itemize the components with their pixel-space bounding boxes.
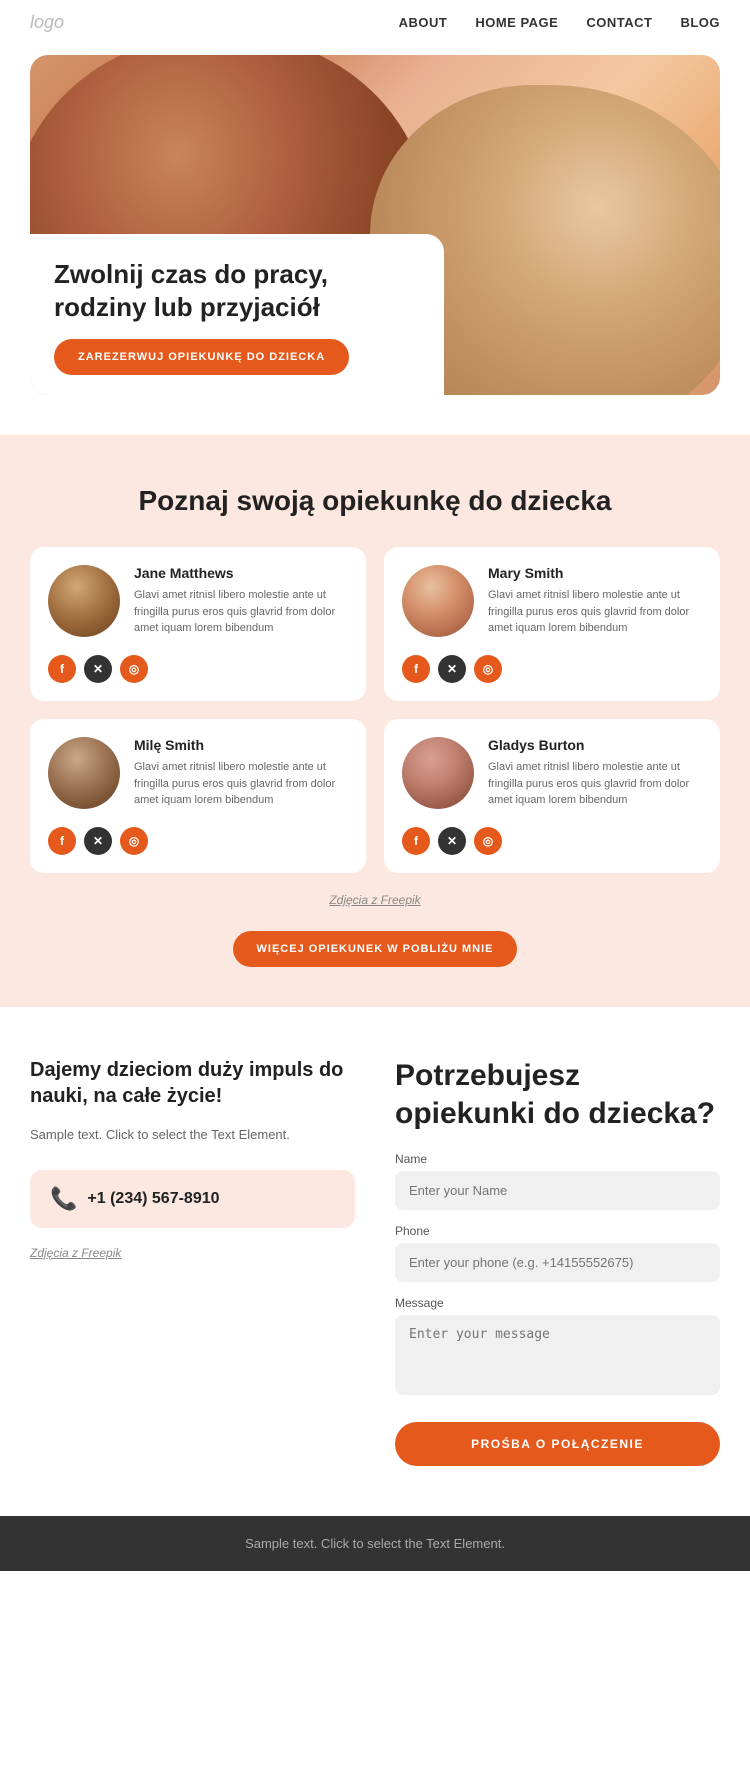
- babysitter-card-1: Jane Matthews Glavi amet ritnisl libero …: [30, 547, 366, 701]
- card-info-4: Gladys Burton Glavi amet ritnisl libero …: [488, 737, 702, 809]
- facebook-icon-1[interactable]: f: [48, 655, 76, 683]
- nav-links: ABOUT HOME PAGE CONTACT BLOG: [399, 15, 720, 30]
- more-babysitters-button[interactable]: WIĘCEJ OPIEKUNEK W POBLIŻU MNIE: [233, 931, 518, 967]
- hero-text-box: Zwolnij czas do pracy, rodziny lub przyj…: [30, 234, 444, 395]
- footer: Sample text. Click to select the Text El…: [0, 1516, 750, 1571]
- card-top-4: Gladys Burton Glavi amet ritnisl libero …: [402, 737, 702, 809]
- babysitters-grid: Jane Matthews Glavi amet ritnisl libero …: [30, 547, 720, 873]
- hero-section: Zwolnij czas do pracy, rodziny lub przyj…: [30, 55, 720, 395]
- babysitter-bio-1: Glavi amet ritnisl libero molestie ante …: [134, 587, 348, 637]
- contact-left-heading: Dajemy dzieciom duży impuls do nauki, na…: [30, 1057, 355, 1109]
- contact-form-heading: Potrzebujesz opiekunki do dziecka?: [395, 1057, 720, 1132]
- social-icons-1: f ✕ ◎: [48, 651, 348, 683]
- freepik-credit-babysitters[interactable]: Zdjęcia z Freepik: [30, 893, 720, 907]
- form-name-input[interactable]: [395, 1171, 720, 1210]
- phone-box: 📞 +1 (234) 567-8910: [30, 1170, 355, 1228]
- form-message-group: Message: [395, 1296, 720, 1400]
- babysitters-section: Poznaj swoją opiekunkę do dziecka Jane M…: [0, 435, 750, 1007]
- social-icons-4: f ✕ ◎: [402, 823, 702, 855]
- babysitters-heading: Poznaj swoją opiekunkę do dziecka: [30, 485, 720, 517]
- form-message-textarea[interactable]: [395, 1315, 720, 1395]
- logo: logo: [30, 12, 64, 33]
- facebook-icon-3[interactable]: f: [48, 827, 76, 855]
- form-phone-group: Phone: [395, 1224, 720, 1282]
- card-info-3: Milę Smith Glavi amet ritnisl libero mol…: [134, 737, 348, 809]
- card-info-1: Jane Matthews Glavi amet ritnisl libero …: [134, 565, 348, 637]
- form-phone-label: Phone: [395, 1224, 720, 1238]
- instagram-icon-2[interactable]: ◎: [474, 655, 502, 683]
- phone-number: +1 (234) 567-8910: [87, 1190, 219, 1208]
- avatar-4: [402, 737, 474, 809]
- hero-title: Zwolnij czas do pracy, rodziny lub przyj…: [54, 258, 420, 323]
- babysitter-card-4: Gladys Burton Glavi amet ritnisl libero …: [384, 719, 720, 873]
- avatar-3: [48, 737, 120, 809]
- nav-home-page[interactable]: HOME PAGE: [475, 15, 558, 30]
- social-icons-2: f ✕ ◎: [402, 651, 702, 683]
- x-icon-3[interactable]: ✕: [84, 827, 112, 855]
- phone-icon: 📞: [50, 1186, 77, 1212]
- babysitter-name-2: Mary Smith: [488, 565, 702, 581]
- facebook-icon-4[interactable]: f: [402, 827, 430, 855]
- babysitter-name-1: Jane Matthews: [134, 565, 348, 581]
- card-info-2: Mary Smith Glavi amet ritnisl libero mol…: [488, 565, 702, 637]
- babysitter-name-3: Milę Smith: [134, 737, 348, 753]
- babysitter-card-3: Milę Smith Glavi amet ritnisl libero mol…: [30, 719, 366, 873]
- form-name-group: Name: [395, 1152, 720, 1210]
- nav-about[interactable]: ABOUT: [399, 15, 448, 30]
- avatar-1: [48, 565, 120, 637]
- form-phone-input[interactable]: [395, 1243, 720, 1282]
- hero-cta-button[interactable]: ZAREZERWUJ OPIEKUNKĘ DO DZIECKA: [54, 339, 349, 375]
- card-top-2: Mary Smith Glavi amet ritnisl libero mol…: [402, 565, 702, 637]
- babysitter-name-4: Gladys Burton: [488, 737, 702, 753]
- form-submit-button[interactable]: PROŚBA O POŁĄCZENIE: [395, 1422, 720, 1466]
- card-top-1: Jane Matthews Glavi amet ritnisl libero …: [48, 565, 348, 637]
- x-icon-2[interactable]: ✕: [438, 655, 466, 683]
- nav-blog[interactable]: BLOG: [680, 15, 720, 30]
- instagram-icon-4[interactable]: ◎: [474, 827, 502, 855]
- babysitter-bio-4: Glavi amet ritnisl libero molestie ante …: [488, 759, 702, 809]
- facebook-icon-2[interactable]: f: [402, 655, 430, 683]
- avatar-2: [402, 565, 474, 637]
- form-message-label: Message: [395, 1296, 720, 1310]
- x-icon-4[interactable]: ✕: [438, 827, 466, 855]
- footer-text: Sample text. Click to select the Text El…: [245, 1536, 505, 1551]
- contact-right: Potrzebujesz opiekunki do dziecka? Name …: [395, 1057, 720, 1466]
- instagram-icon-1[interactable]: ◎: [120, 655, 148, 683]
- freepik-credit-contact[interactable]: Zdjęcia z Freepik: [30, 1246, 121, 1260]
- contact-section: Dajemy dzieciom duży impuls do nauki, na…: [0, 1007, 750, 1516]
- navbar: logo ABOUT HOME PAGE CONTACT BLOG: [0, 0, 750, 45]
- card-top-3: Milę Smith Glavi amet ritnisl libero mol…: [48, 737, 348, 809]
- social-icons-3: f ✕ ◎: [48, 823, 348, 855]
- nav-contact[interactable]: CONTACT: [586, 15, 652, 30]
- instagram-icon-3[interactable]: ◎: [120, 827, 148, 855]
- babysitter-bio-3: Glavi amet ritnisl libero molestie ante …: [134, 759, 348, 809]
- contact-left: Dajemy dzieciom duży impuls do nauki, na…: [30, 1057, 355, 1262]
- form-name-label: Name: [395, 1152, 720, 1166]
- babysitter-bio-2: Glavi amet ritnisl libero molestie ante …: [488, 587, 702, 637]
- babysitter-card-2: Mary Smith Glavi amet ritnisl libero mol…: [384, 547, 720, 701]
- x-icon-1[interactable]: ✕: [84, 655, 112, 683]
- contact-left-text: Sample text. Click to select the Text El…: [30, 1125, 355, 1146]
